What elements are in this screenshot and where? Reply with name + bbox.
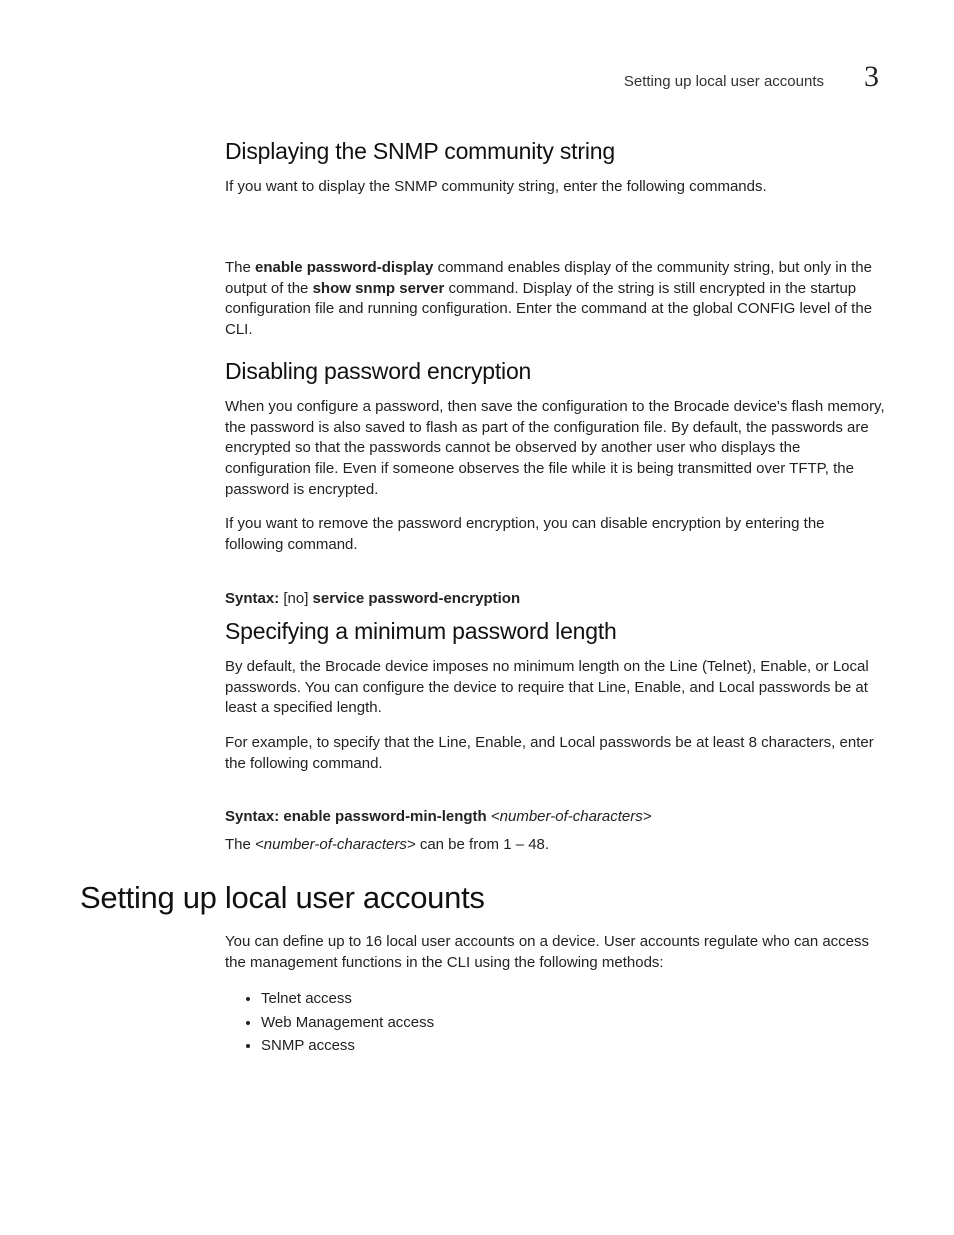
heading-encryption: Disabling password encryption xyxy=(225,358,885,385)
list-item: SNMP access xyxy=(261,1034,885,1057)
chapter-number: 3 xyxy=(864,60,879,94)
paragraph: For example, to specify that the Line, E… xyxy=(225,733,885,774)
section-local-users: Setting up local user accounts xyxy=(80,880,885,934)
paragraph-block: The enable password-display command enab… xyxy=(225,258,885,355)
syntax-command: enable password-min-length xyxy=(283,808,491,825)
syntax-optional: [no] xyxy=(283,590,312,607)
running-title: Setting up local user accounts xyxy=(624,73,824,90)
section-snmp-string: Displaying the SNMP community string If … xyxy=(225,138,885,212)
page: Setting up local user accounts 3 Display… xyxy=(0,0,954,1235)
paragraph: If you want to display the SNMP communit… xyxy=(225,177,885,198)
variable-text: <number-of-characters> xyxy=(255,836,416,853)
text: The xyxy=(225,259,255,276)
syntax-label: Syntax: xyxy=(225,808,283,825)
command-text: enable password-display xyxy=(255,259,433,276)
bullet-list: Telnet access Web Management access SNMP… xyxy=(225,987,885,1057)
paragraph: If you want to remove the password encry… xyxy=(225,514,885,555)
list-item: Telnet access xyxy=(261,987,885,1010)
section-disable-encryption: Disabling password encryption When you c… xyxy=(225,358,885,617)
syntax-variable: <number-of-characters> xyxy=(491,808,652,825)
syntax-command: service password-encryption xyxy=(313,590,521,607)
paragraph: When you configure a password, then save… xyxy=(225,397,885,500)
text: can be from 1 – 48. xyxy=(416,836,549,853)
running-header: Setting up local user accounts 3 xyxy=(624,60,879,94)
command-text: show snmp server xyxy=(313,280,445,297)
heading-min-length: Specifying a minimum password length xyxy=(225,618,885,645)
syntax-line: Syntax: enable password-min-length <numb… xyxy=(225,808,885,825)
paragraph: The enable password-display command enab… xyxy=(225,258,885,341)
section-min-length: Specifying a minimum password length By … xyxy=(225,618,885,870)
list-item: Web Management access xyxy=(261,1011,885,1034)
paragraph: The <number-of-characters> can be from 1… xyxy=(225,835,885,856)
heading-local-users: Setting up local user accounts xyxy=(80,880,885,916)
paragraph: By default, the Brocade device imposes n… xyxy=(225,657,885,719)
heading-snmp: Displaying the SNMP community string xyxy=(225,138,885,165)
syntax-line: Syntax: [no] service password-encryption xyxy=(225,590,885,607)
text: The xyxy=(225,836,255,853)
syntax-label: Syntax: xyxy=(225,590,283,607)
section-local-users-body: You can define up to 16 local user accou… xyxy=(225,932,885,1071)
paragraph: You can define up to 16 local user accou… xyxy=(225,932,885,973)
